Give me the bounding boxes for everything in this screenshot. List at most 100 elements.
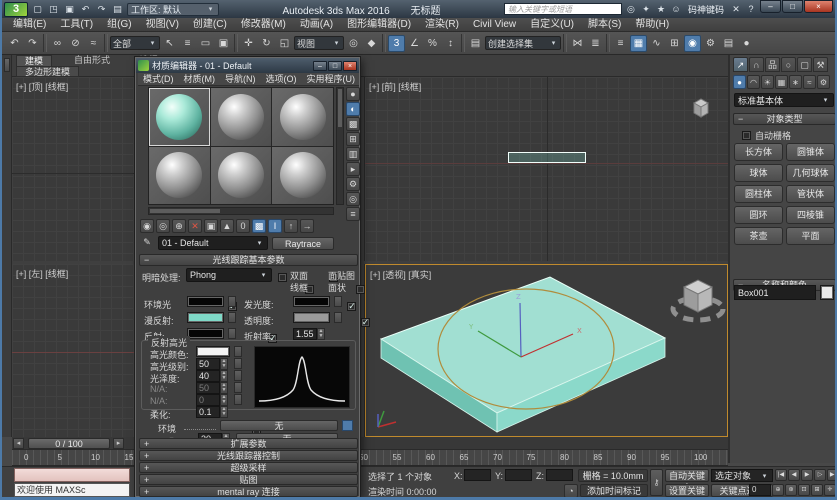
soften-spinner[interactable]: 0.1 [196, 406, 228, 418]
maximize-button[interactable]: □ [782, 0, 803, 13]
spinner-arrows-icon[interactable] [220, 370, 228, 382]
render-production-icon[interactable]: ● [738, 35, 755, 52]
menubar-item[interactable]: 脚本(S) [581, 18, 628, 31]
environment-map-button[interactable]: 无 [220, 420, 338, 431]
x-coordinate-field[interactable] [464, 469, 491, 481]
spinner-arrows-icon[interactable] [220, 358, 228, 370]
material-editor-maximize-button[interactable]: □ [328, 61, 342, 71]
material-name-dropdown[interactable]: 01 - Default [158, 236, 268, 250]
menubar-item[interactable]: 渲染(R) [418, 18, 466, 31]
cameras-icon[interactable]: ▦ [775, 75, 788, 89]
select-object-icon[interactable]: ↖ [161, 35, 178, 52]
material-sample-slot[interactable] [211, 88, 272, 146]
save-file-icon[interactable]: ▣ [62, 2, 77, 16]
tab-motion-icon[interactable]: ○ [781, 57, 796, 72]
macro-recorder-field[interactable] [14, 468, 130, 482]
material-type-button[interactable]: Raytrace [272, 237, 334, 250]
zoom-extents-icon[interactable]: ⊡ [798, 484, 810, 496]
viewport-front-label[interactable]: [+] [前] [线框] [369, 80, 421, 93]
show-end-result-icon[interactable]: I [268, 219, 282, 233]
glossiness-value[interactable]: 40 [196, 370, 220, 382]
objtype-box-button[interactable]: 长方体 [734, 143, 783, 161]
sign-in-icon[interactable]: ☺ [669, 3, 683, 16]
material-editor-menu-item[interactable]: 选项(O) [261, 73, 302, 86]
tab-display-icon[interactable]: ▢ [797, 57, 812, 72]
space-warps-icon[interactable]: ≈ [803, 75, 816, 89]
reference-coordinate-dropdown[interactable]: 视图 [294, 36, 344, 50]
use-pivot-point-icon[interactable]: ◎ [345, 35, 362, 52]
next-frame-button[interactable]: ▷ [814, 469, 826, 481]
options-icon[interactable]: ⚙ [346, 177, 360, 191]
viewport-splitter-horizontal[interactable] [12, 261, 728, 264]
set-key-button[interactable]: 设置关键点 [665, 484, 709, 497]
tab-utilities-icon[interactable]: ⚒ [813, 57, 828, 72]
select-and-manipulate-icon[interactable]: ◆ [363, 35, 380, 52]
toggle-ribbon-icon[interactable]: ▦ [630, 35, 647, 52]
menubar-item[interactable]: 动画(A) [293, 18, 340, 31]
objtype-pyramid-button[interactable]: 四棱锥 [786, 206, 835, 224]
track-bar[interactable]: 0510152025303540455055606570758085909510… [12, 450, 728, 466]
glossiness-map-button[interactable] [234, 370, 242, 381]
tab-modify-icon[interactable]: ∩ [749, 57, 764, 72]
viewport-perspective-label[interactable]: [+] [透视] [真实] [370, 268, 431, 281]
objtype-plane-button[interactable]: 平面 [786, 227, 835, 245]
tab-create-icon[interactable]: ↗ [733, 57, 748, 72]
box-object[interactable] [366, 265, 665, 432]
menubar-item[interactable]: Civil View [466, 18, 523, 31]
menubar-item[interactable]: 修改器(M) [234, 18, 293, 31]
pan-icon[interactable]: ✛ [824, 484, 836, 496]
play-button[interactable]: ▶ [801, 469, 813, 481]
workspace-dropdown[interactable]: 工作区: 默认 [127, 3, 219, 16]
reflect-map-button[interactable] [228, 328, 236, 339]
objtype-teapot-button[interactable]: 茶壶 [734, 227, 783, 245]
auto-key-button[interactable]: 自动关键点 [665, 469, 709, 482]
put-material-to-scene-icon[interactable]: ◎ [156, 219, 170, 233]
select-by-material-icon[interactable]: ◎ [346, 192, 360, 206]
material-sample-slot[interactable] [149, 88, 210, 146]
spinner-snap-icon[interactable]: ↕ [442, 35, 459, 52]
material-editor-icon[interactable]: ◉ [684, 35, 701, 52]
open-file-icon[interactable]: ◳ [46, 2, 61, 16]
specular-level-value[interactable]: 50 [196, 358, 220, 370]
previous-frame-arrow[interactable]: ◂ [13, 438, 24, 449]
menubar-item[interactable]: 视图(V) [139, 18, 186, 31]
time-slider[interactable]: ◂ 0 / 100 ▸ [12, 437, 728, 450]
category-dropdown[interactable]: 标准基本体 [734, 93, 834, 107]
objtype-sphere-button[interactable]: 球体 [734, 164, 783, 182]
box-object-front-view[interactable] [508, 152, 586, 163]
object-name-field[interactable]: Box001 [734, 285, 816, 300]
curve-editor-icon[interactable]: ∿ [648, 35, 665, 52]
current-frame-field[interactable]: 0 [749, 484, 771, 496]
app-logo-icon[interactable]: 3 [4, 2, 28, 17]
menubar-item[interactable]: 编辑(E) [6, 18, 53, 31]
viewport-top-label[interactable]: [+] [顶] [线框] [16, 80, 68, 93]
maxscript-listener-field[interactable]: 欢迎使用 MAXSc [14, 483, 130, 497]
soften-value[interactable]: 0.1 [196, 406, 220, 418]
select-and-link-icon[interactable]: ∞ [49, 35, 66, 52]
go-forward-to-sibling-icon[interactable]: → [300, 219, 314, 233]
viewcube-mini[interactable] [688, 95, 714, 121]
viewport-perspective[interactable]: Z X Y [+] [透视] [真实] [365, 264, 728, 437]
help-icon[interactable]: ? [744, 3, 758, 16]
diffuse-color-swatch[interactable] [187, 312, 224, 323]
viewcube[interactable] [673, 280, 723, 320]
window-crossing-icon[interactable]: ▣ [215, 35, 232, 52]
previous-frame-button[interactable]: ◀ [788, 469, 800, 481]
reflect-color-swatch[interactable] [187, 328, 224, 339]
username[interactable]: 码神键码 [685, 3, 727, 16]
ior-value[interactable]: 1.55 [293, 328, 317, 340]
tab-hierarchy-icon[interactable]: 品 [765, 57, 780, 72]
rollout-header[interactable]: +超级采样 [139, 462, 358, 473]
objtype-cone-button[interactable]: 圆锥体 [786, 143, 835, 161]
glossiness-spinner[interactable]: 40 [196, 370, 228, 382]
ribbon-tab[interactable]: 建模 [16, 55, 52, 66]
ambient-color-swatch[interactable] [187, 296, 224, 307]
backlight-icon[interactable]: ◐ [346, 102, 360, 116]
reset-map-icon[interactable]: ✕ [188, 219, 202, 233]
selection-filter-dropdown[interactable]: 全部 [110, 36, 160, 50]
close-button[interactable]: × [804, 0, 833, 13]
ribbon-tab[interactable]: 自由形式 [66, 55, 118, 66]
make-material-copy-icon[interactable]: ▣ [204, 219, 218, 233]
z-coordinate-field[interactable] [546, 469, 573, 481]
viewport-layout-tabs[interactable] [2, 55, 12, 437]
